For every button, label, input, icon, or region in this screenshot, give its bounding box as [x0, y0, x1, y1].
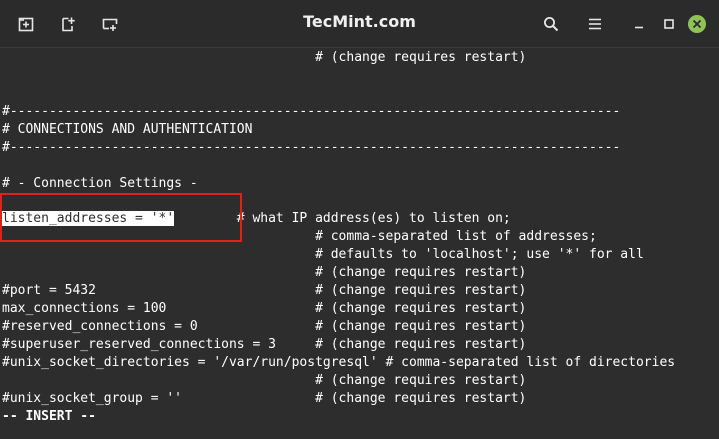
terminal-line: #---------------------------------------…: [2, 140, 621, 155]
terminal-line: #unix_socket_directories = '/var/run/pos…: [2, 355, 676, 370]
minimize-button[interactable]: [624, 9, 654, 39]
new-window-icon: [60, 16, 76, 32]
terminal-line: #---------------------------------------…: [2, 104, 621, 119]
terminal-line: #port = 5432 # (change requires restart): [2, 283, 527, 298]
close-icon: [687, 14, 707, 34]
minimize-icon: [633, 18, 645, 30]
maximize-button[interactable]: [654, 9, 684, 39]
window-title: TecMint.com: [303, 12, 416, 31]
red-highlight-box: [0, 193, 242, 242]
terminal-line: # defaults to 'localhost'; use '*' for a…: [2, 247, 644, 262]
terminal-line: #superuser_reserved_connections = 3 # (c…: [2, 337, 527, 352]
title-bar: TecMint.com: [0, 0, 719, 48]
close-button[interactable]: [682, 9, 712, 39]
hamburger-menu-icon: [588, 17, 602, 31]
terminal-line: max_connections = 100 # (change requires…: [2, 301, 527, 316]
terminal-line: #unix_socket_group = '' # (change requir…: [2, 391, 527, 406]
search-icon: [543, 16, 559, 32]
terminal-line: #reserved_connections = 0 # (change requ…: [2, 319, 527, 334]
search-button[interactable]: [536, 9, 566, 39]
terminal-line: # - Connection Settings -: [2, 176, 198, 191]
split-terminal-button[interactable]: [95, 9, 125, 39]
terminal-window: TecMint.com # (change requires restart) …: [0, 0, 719, 439]
new-tab-icon: [18, 16, 34, 32]
menu-button[interactable]: [580, 9, 610, 39]
terminal-line: # (change requires restart): [2, 50, 527, 65]
new-window-button[interactable]: [53, 9, 83, 39]
terminal-line: # (change requires restart): [2, 265, 527, 280]
terminal-line: # (change requires restart): [2, 373, 527, 388]
insert-mode-indicator: -- INSERT --: [2, 409, 96, 424]
terminal-content[interactable]: # (change requires restart) #-----------…: [0, 48, 719, 439]
new-tab-button[interactable]: [11, 9, 41, 39]
maximize-icon: [663, 18, 675, 30]
terminal-line: # CONNECTIONS AND AUTHENTICATION: [2, 122, 253, 137]
split-terminal-icon: [102, 16, 118, 32]
